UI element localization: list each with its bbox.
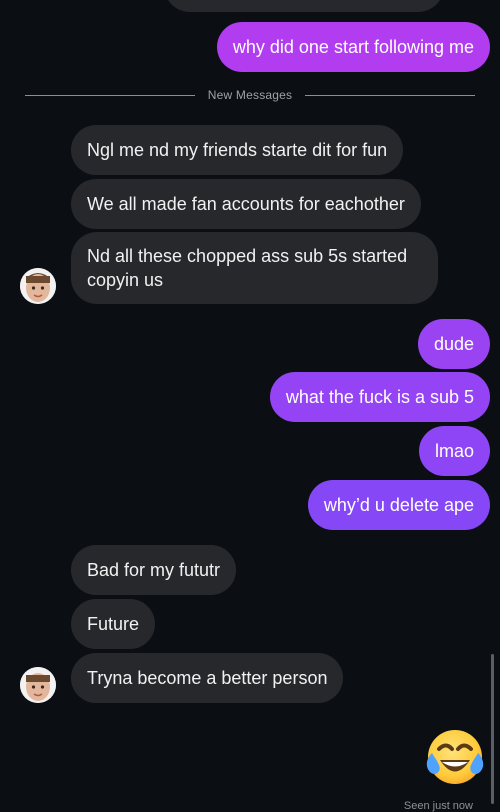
message-bubble-incoming[interactable]: We all made fan accounts for eachother (71, 179, 421, 229)
message-bubble-incoming[interactable]: Tryna become a better person (71, 653, 344, 703)
sender-avatar[interactable] (20, 268, 56, 304)
avatar-image (20, 667, 56, 703)
message-bubble-outgoing[interactable]: dude (417, 319, 490, 369)
message-bubble-incoming[interactable]: Bad for my fututr (71, 545, 237, 595)
message-bubble-partial[interactable] (164, 0, 444, 12)
new-messages-divider: New Messages (207, 88, 293, 102)
message-text: why’d u delete ape (323, 495, 474, 515)
message-bubble-incoming[interactable]: Future (71, 599, 156, 649)
tears-of-joy-emoji-icon[interactable] (424, 727, 486, 789)
message-bubble-incoming[interactable]: Ngl me nd my friends starte dit for fun (71, 125, 404, 175)
divider-line-right (305, 95, 475, 96)
message-bubble-incoming[interactable]: Nd all these chopped ass sub 5s started … (71, 232, 438, 304)
divider-line-left (25, 95, 195, 96)
seen-status: Seen just now (403, 800, 473, 812)
avatar-image (20, 268, 56, 304)
sender-avatar[interactable] (20, 667, 56, 703)
message-bubble-outgoing[interactable]: lmao (418, 426, 490, 476)
message-text: Tryna become a better person (87, 668, 328, 688)
message-bubble-outgoing[interactable]: why did one start following me (216, 22, 490, 72)
message-text: Ngl me nd my friends starte dit for fun (87, 140, 388, 160)
message-text: lmao (434, 441, 474, 461)
message-text: We all made fan accounts for eachother (87, 194, 405, 214)
scrollbar-thumb[interactable] (491, 654, 494, 804)
message-bubble-outgoing[interactable]: why’d u delete ape (307, 480, 490, 530)
message-text: what the fuck is a sub 5 (285, 387, 474, 407)
message-text: Future (87, 614, 140, 634)
emoji-svg (426, 730, 484, 784)
message-text: dude (433, 334, 474, 354)
message-bubble-outgoing[interactable]: what the fuck is a sub 5 (269, 372, 490, 422)
message-text: why did one start following me (232, 37, 474, 57)
message-text: Bad for my fututr (87, 560, 221, 580)
message-text: Nd all these chopped ass sub 5s started … (87, 246, 408, 290)
